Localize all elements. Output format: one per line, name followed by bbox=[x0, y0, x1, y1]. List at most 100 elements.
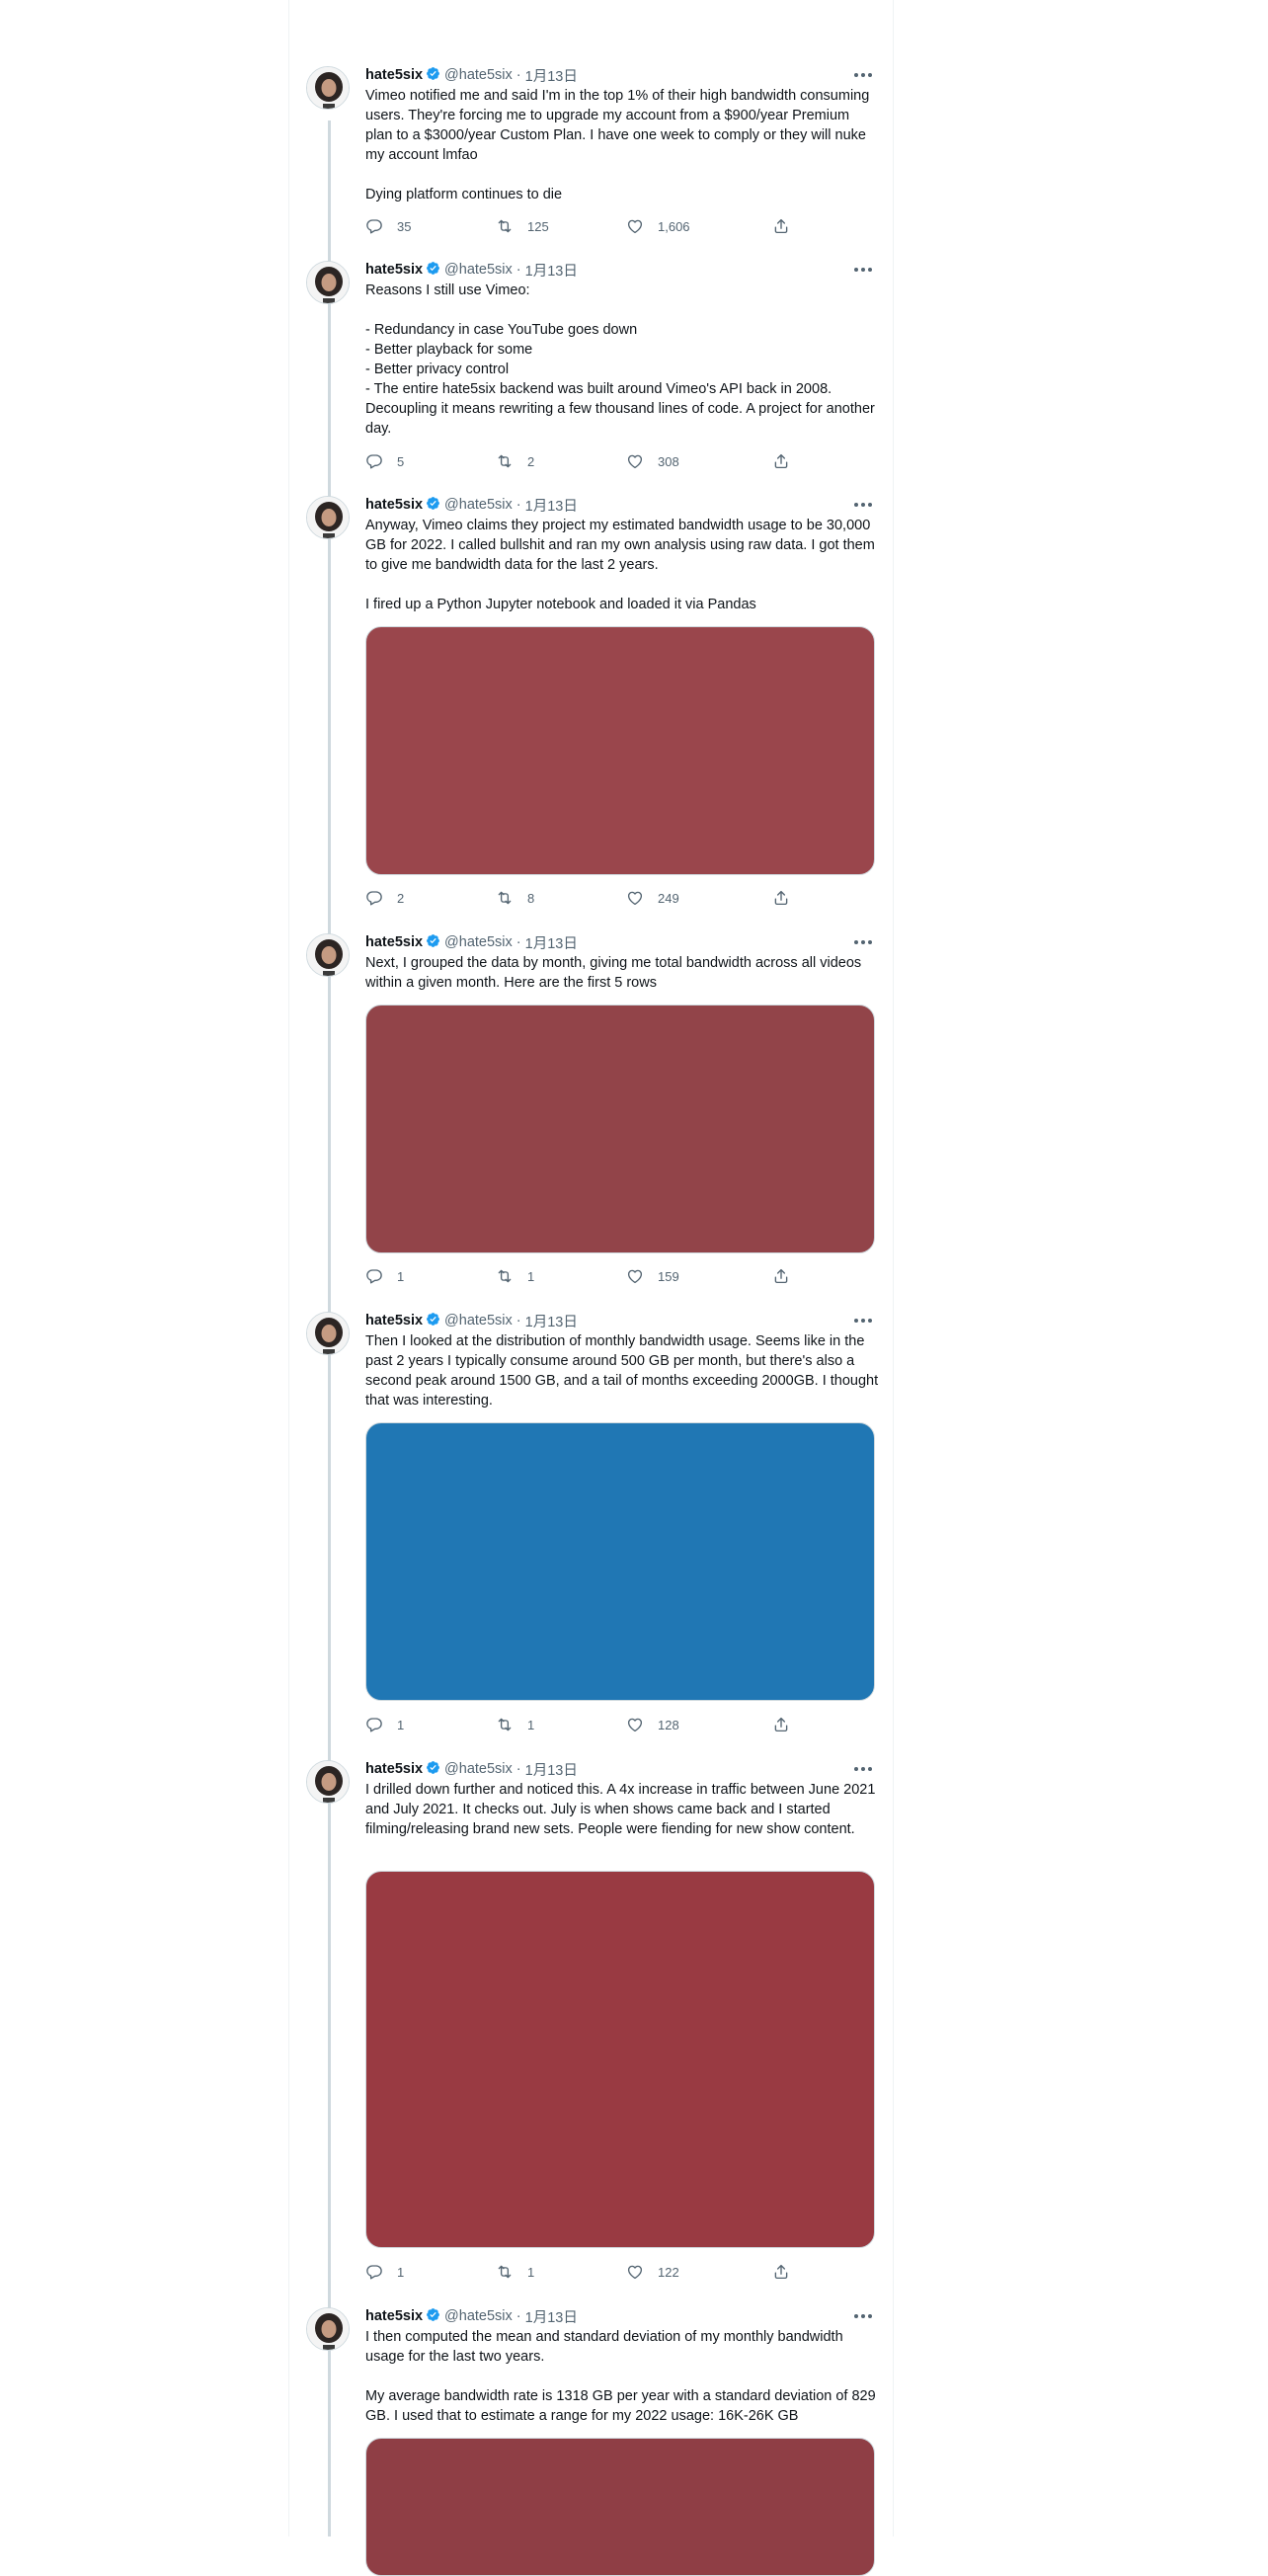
share-button[interactable] bbox=[772, 2262, 790, 2282]
verified-badge-icon bbox=[426, 1312, 440, 1330]
tweet-media-image[interactable] bbox=[365, 1871, 875, 2248]
reply-icon bbox=[365, 452, 383, 470]
like-count: 308 bbox=[658, 453, 679, 469]
more-options-icon[interactable] bbox=[848, 1760, 878, 1778]
like-button[interactable]: 128 bbox=[626, 1715, 679, 1734]
separator-dot: · bbox=[515, 67, 521, 83]
retweet-button[interactable]: 125 bbox=[496, 216, 549, 236]
verified-badge-icon bbox=[426, 496, 440, 515]
reply-button[interactable]: 1 bbox=[365, 1266, 404, 1286]
avatar[interactable] bbox=[306, 1760, 350, 1804]
like-button[interactable]: 159 bbox=[626, 1266, 679, 1286]
author-name[interactable]: hate5six bbox=[365, 67, 423, 83]
reply-button[interactable]: 1 bbox=[365, 1715, 404, 1734]
avatar[interactable] bbox=[306, 2307, 350, 2351]
separator-dot: · bbox=[515, 2308, 521, 2324]
tweet-media-image[interactable] bbox=[365, 1422, 875, 1701]
tweet[interactable]: hate5six @hate5six · 1月13日 I then comput… bbox=[288, 2306, 894, 2576]
more-options-icon[interactable] bbox=[848, 1312, 878, 1329]
reply-icon bbox=[365, 889, 383, 907]
more-options-icon[interactable] bbox=[848, 2307, 878, 2325]
reply-icon bbox=[365, 2263, 383, 2281]
share-button[interactable] bbox=[772, 451, 790, 471]
author-name[interactable]: hate5six bbox=[365, 1761, 423, 1777]
retweet-button[interactable]: 8 bbox=[496, 888, 534, 908]
tweet-date[interactable]: 1月13日 bbox=[525, 932, 578, 953]
reply-button[interactable]: 35 bbox=[365, 216, 411, 236]
separator-dot: · bbox=[515, 262, 521, 278]
retweet-button[interactable]: 2 bbox=[496, 451, 534, 471]
author-handle[interactable]: @hate5six bbox=[444, 934, 513, 950]
tweet-text: I drilled down further and noticed this.… bbox=[365, 1782, 880, 1837]
retweet-button[interactable]: 1 bbox=[496, 1266, 534, 1286]
reply-button[interactable]: 2 bbox=[365, 888, 404, 908]
author-handle[interactable]: @hate5six bbox=[444, 2308, 513, 2324]
retweet-icon bbox=[496, 452, 514, 470]
reply-count: 35 bbox=[397, 218, 412, 234]
share-button[interactable] bbox=[772, 1266, 790, 1286]
reply-icon bbox=[365, 1716, 383, 1733]
avatar[interactable] bbox=[306, 933, 350, 977]
author-name[interactable]: hate5six bbox=[365, 934, 423, 950]
tweet-media-image[interactable] bbox=[365, 2438, 875, 2576]
like-button[interactable]: 308 bbox=[626, 451, 679, 471]
verified-badge-icon bbox=[426, 66, 440, 85]
separator-dot: · bbox=[515, 934, 521, 950]
more-options-icon[interactable] bbox=[848, 933, 878, 951]
more-options-icon[interactable] bbox=[848, 66, 878, 84]
reply-count: 1 bbox=[397, 1268, 405, 1284]
tweet-date[interactable]: 1月13日 bbox=[525, 65, 578, 86]
like-icon bbox=[626, 452, 644, 470]
author-name[interactable]: hate5six bbox=[365, 1313, 423, 1328]
author-handle[interactable]: @hate5six bbox=[444, 67, 513, 83]
tweet-date[interactable]: 1月13日 bbox=[525, 1311, 578, 1331]
tweet-actions: 1 1 122 bbox=[365, 2262, 800, 2282]
tweet-header: hate5six @hate5six · 1月13日 bbox=[365, 2306, 578, 2327]
share-icon bbox=[772, 217, 790, 235]
tweet-date[interactable]: 1月13日 bbox=[525, 2306, 578, 2327]
retweet-button[interactable]: 1 bbox=[496, 1715, 534, 1734]
author-name[interactable]: hate5six bbox=[365, 262, 423, 278]
tweet-actions: 1 1 159 bbox=[365, 1266, 800, 1286]
tweet-header: hate5six @hate5six · 1月13日 bbox=[365, 1311, 578, 1331]
author-handle[interactable]: @hate5six bbox=[444, 1761, 513, 1777]
reply-icon bbox=[365, 1267, 383, 1285]
reply-count: 5 bbox=[397, 453, 405, 469]
like-count: 128 bbox=[658, 1717, 679, 1732]
author-name[interactable]: hate5six bbox=[365, 497, 423, 513]
tweet-date[interactable]: 1月13日 bbox=[525, 260, 578, 281]
tweet-header: hate5six @hate5six · 1月13日 bbox=[365, 1759, 578, 1780]
share-button[interactable] bbox=[772, 1715, 790, 1734]
retweet-icon bbox=[496, 217, 514, 235]
retweet-count: 2 bbox=[527, 453, 535, 469]
retweet-icon bbox=[496, 2263, 514, 2281]
tweet-text: Anyway, Vimeo claims they project my est… bbox=[365, 518, 875, 612]
avatar[interactable] bbox=[306, 496, 350, 539]
avatar[interactable] bbox=[306, 66, 350, 110]
author-name[interactable]: hate5six bbox=[365, 2308, 423, 2324]
share-button[interactable] bbox=[772, 216, 790, 236]
more-options-icon[interactable] bbox=[848, 496, 878, 514]
author-handle[interactable]: @hate5six bbox=[444, 1313, 513, 1328]
tweet-text: Next, I grouped the data by month, givin… bbox=[365, 955, 866, 991]
tweet-media-image[interactable] bbox=[365, 626, 875, 875]
reply-button[interactable]: 1 bbox=[365, 2262, 404, 2282]
retweet-button[interactable]: 1 bbox=[496, 2262, 534, 2282]
reply-count: 2 bbox=[397, 890, 405, 906]
share-button[interactable] bbox=[772, 888, 790, 908]
avatar[interactable] bbox=[306, 1312, 350, 1355]
reply-button[interactable]: 5 bbox=[365, 451, 404, 471]
tweet-date[interactable]: 1月13日 bbox=[525, 495, 578, 516]
more-options-icon[interactable] bbox=[848, 261, 878, 279]
tweet-actions: 2 8 249 bbox=[365, 888, 800, 908]
tweet-media-image[interactable] bbox=[365, 1005, 875, 1253]
avatar[interactable] bbox=[306, 261, 350, 304]
author-handle[interactable]: @hate5six bbox=[444, 262, 513, 278]
like-button[interactable]: 122 bbox=[626, 2262, 679, 2282]
like-count: 159 bbox=[658, 1268, 679, 1284]
like-button[interactable]: 249 bbox=[626, 888, 679, 908]
like-button[interactable]: 1,606 bbox=[626, 216, 690, 236]
tweet-date[interactable]: 1月13日 bbox=[525, 1759, 578, 1780]
tweet-header: hate5six @hate5six · 1月13日 bbox=[365, 932, 578, 953]
author-handle[interactable]: @hate5six bbox=[444, 497, 513, 513]
